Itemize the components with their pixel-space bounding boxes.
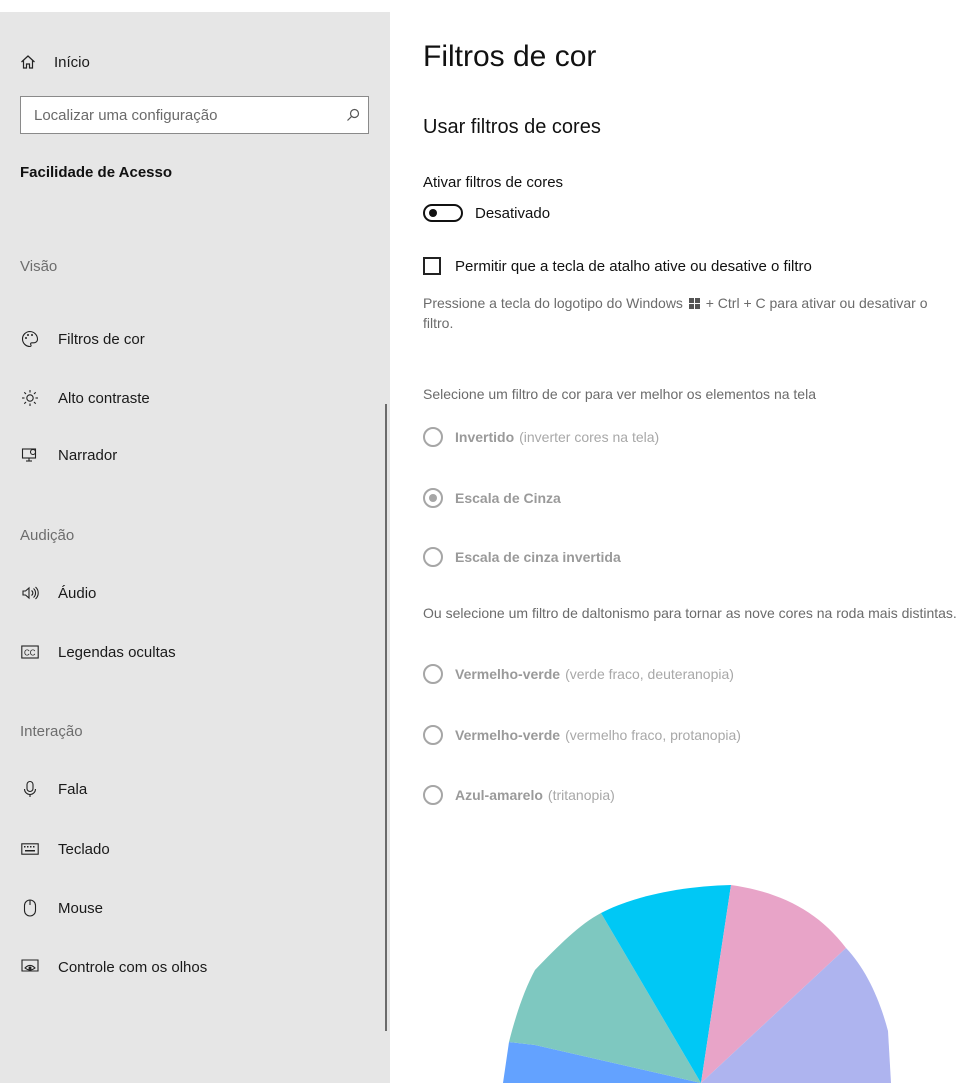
radio-dot [429,494,437,502]
sidebar-item-label: Filtros de cor [58,330,145,348]
shortcut-checkbox-label: Permitir que a tecla de atalho ative ou … [455,257,812,275]
radio-circle[interactable] [423,547,443,567]
radio-grayscale[interactable]: Escala de Cinza [423,488,566,508]
keyboard-icon [20,839,40,859]
toggle-label: Ativar filtros de cores [423,174,564,191]
svg-text:CC: CC [24,649,36,658]
radio-circle-selected[interactable] [423,488,443,508]
radio-circle[interactable] [423,664,443,684]
radio-deuteranopia[interactable]: Vermelho-verde (verde fraco, deuteranopi… [423,664,734,684]
sidebar-item-label: Controle com os olhos [58,958,208,976]
sidebar-item-narrator[interactable]: Narrador [20,442,117,468]
sidebar-item-audio[interactable]: Áudio [20,580,96,606]
search-icon[interactable] [338,108,368,122]
radio-note: (verde fraco, deuteranopia) [565,666,734,682]
shortcut-description: Pressione a tecla do logotipo do Windows… [423,293,958,333]
radio-name: Vermelho-verde [455,727,561,743]
radio-name: Invertido [455,429,515,445]
radio-name: Escala de Cinza [455,490,561,506]
sidebar-item-label: Fala [58,780,88,798]
palette-icon [20,329,40,349]
group-label-vision: Visão [20,258,58,275]
microphone-icon [20,779,40,799]
closed-captions-icon: CC [20,642,40,662]
shortcut-checkbox-row[interactable]: Permitir que a tecla de atalho ative ou … [423,257,812,275]
windows-logo-icon [688,298,700,309]
speaker-icon [20,583,40,603]
sidebar-item-high-contrast[interactable]: Alto contraste [20,385,150,411]
radio-name: Escala de cinza invertida [455,549,621,565]
group-label-interaction: Interação [20,723,83,740]
radio-tritanopia[interactable]: Azul-amarelo (tritanopia) [423,785,615,805]
sidebar-item-closed-captions[interactable]: CC Legendas ocultas [20,639,176,665]
main-content: Filtros de cor Usar filtros de cores Ati… [423,0,963,1083]
sidebar-scrollbar[interactable] [385,404,387,1031]
shortcut-checkbox[interactable] [423,257,441,275]
radio-name: Azul-amarelo [455,787,543,803]
narrator-icon [20,445,40,465]
home-nav-item[interactable]: Início [20,50,90,74]
filter-prompt: Selecione um filtro de cor para ver melh… [423,386,816,402]
toggle-state-text: Desativado [475,204,551,222]
home-label: Início [54,53,90,71]
page-title: Filtros de cor [423,40,597,73]
radio-circle[interactable] [423,785,443,805]
category-title: Facilidade de Acesso [20,164,173,181]
radio-note: (vermelho fraco, protanopia) [565,727,741,743]
radio-protanopia[interactable]: Vermelho-verde (vermelho fraco, protanop… [423,725,741,745]
sidebar: Início Facilidade de Acesso Visão Filtro… [0,12,390,1083]
color-wheel [503,885,891,1083]
radio-circle[interactable] [423,725,443,745]
search-box[interactable] [20,96,369,134]
sidebar-item-label: Mouse [58,899,104,917]
sidebar-item-label: Áudio [58,584,97,602]
mouse-icon [20,898,40,918]
toggle-knob [429,209,437,217]
shortcut-desc-prefix: Pressione a tecla do logotipo do Windows [423,295,683,311]
sidebar-item-label: Narrador [58,446,118,464]
home-icon [20,54,38,70]
colorblind-prompt: Ou selecione um filtro de daltonismo par… [423,605,957,621]
section-title: Usar filtros de cores [423,116,601,138]
sidebar-item-label: Teclado [58,840,110,858]
radio-inverted[interactable]: Invertido (inverter cores na tela) [423,427,659,447]
color-filter-toggle-row: Desativado [423,204,550,222]
radio-note: (tritanopia) [547,787,615,803]
group-label-hearing: Audição [20,527,75,544]
sidebar-item-color-filters[interactable]: Filtros de cor [20,326,145,352]
color-filter-toggle[interactable] [423,204,463,222]
sidebar-item-eye-control[interactable]: Controle com os olhos [20,954,207,980]
sun-icon [20,388,40,408]
sidebar-item-speech[interactable]: Fala [20,776,87,802]
radio-inverted-grayscale[interactable]: Escala de cinza invertida [423,547,626,567]
sidebar-item-label: Alto contraste [58,389,150,407]
radio-name: Vermelho-verde [455,666,561,682]
radio-note: (inverter cores na tela) [519,429,660,445]
sidebar-item-keyboard[interactable]: Teclado [20,836,110,862]
sidebar-item-mouse[interactable]: Mouse [20,895,103,921]
eye-control-icon [20,957,40,977]
search-input[interactable] [21,98,338,132]
radio-circle[interactable] [423,427,443,447]
sidebar-item-label: Legendas ocultas [58,643,176,661]
